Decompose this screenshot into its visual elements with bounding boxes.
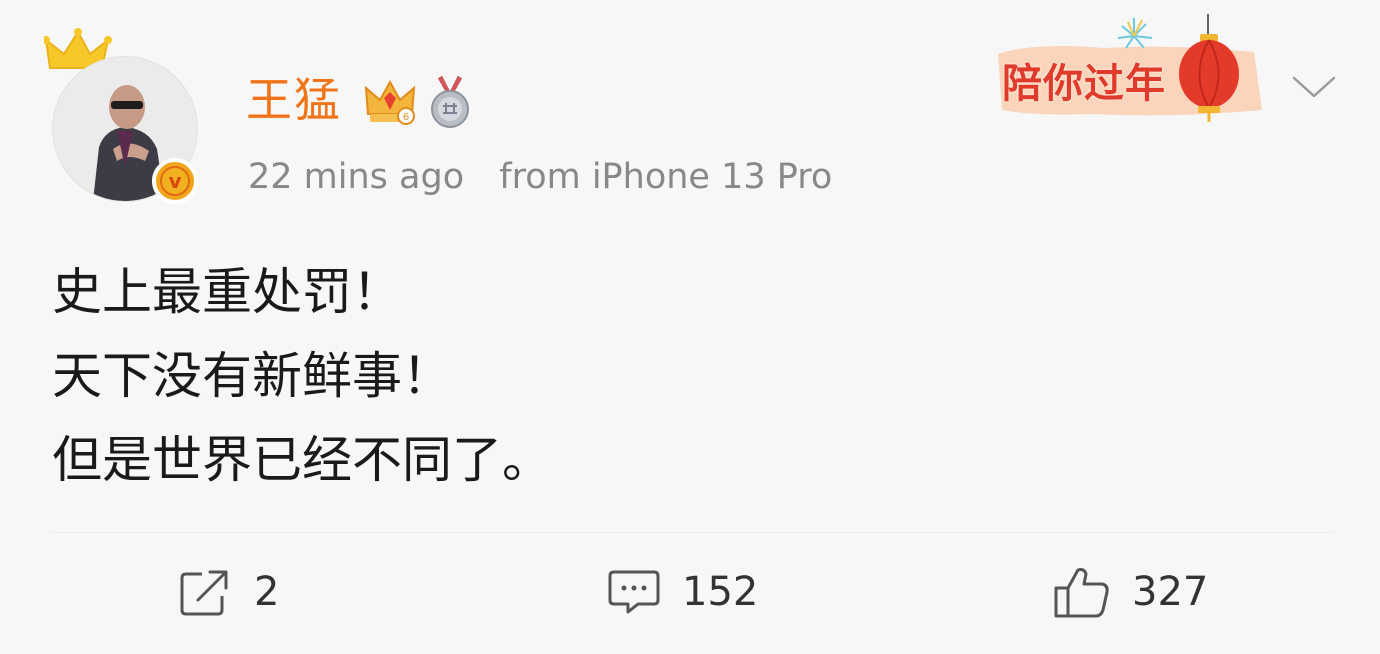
verified-v-icon: v: [160, 166, 190, 196]
chevron-down-icon[interactable]: [1292, 74, 1336, 100]
comment-button[interactable]: 152: [608, 562, 758, 622]
like-count: 327: [1132, 569, 1209, 615]
divider: [50, 532, 1334, 533]
post-line: 天下没有新鲜事！: [52, 347, 452, 405]
comment-count: 152: [682, 569, 759, 615]
like-button[interactable]: 327: [1054, 562, 1208, 622]
post-line: 史上最重处罚！: [52, 263, 402, 321]
firework-icon: [1117, 18, 1153, 49]
promo-text: 陪你过年: [1002, 61, 1166, 107]
like-icon: [1054, 568, 1109, 618]
post-time[interactable]: 22 mins ago: [248, 157, 464, 197]
comment-icon: [608, 570, 660, 614]
repost-icon: [180, 570, 228, 616]
verified-badge: v: [152, 158, 198, 204]
svg-text:6: 6: [403, 112, 409, 123]
repost-button[interactable]: 2: [180, 562, 279, 622]
username[interactable]: 王猛: [246, 70, 342, 130]
post-line: 但是世界已经不同了。: [52, 431, 552, 489]
post-meta: 22 mins ago from iPhone 13 Pro: [248, 152, 856, 202]
medal-icon[interactable]: [428, 75, 472, 129]
avatar-group[interactable]: v: [40, 28, 210, 208]
post-source: from iPhone 13 Pro: [499, 157, 833, 197]
weibo-post-card: v 王猛 6 22 mins ago from iPhone 13 Pro 陪你…: [0, 0, 1380, 654]
promo-banner[interactable]: 陪你过年: [994, 14, 1280, 122]
repost-count: 2: [254, 569, 280, 615]
post-content: 史上最重处罚！ 天下没有新鲜事！ 但是世界已经不同了。: [52, 250, 552, 502]
vip-crown-icon[interactable]: 6: [364, 78, 416, 126]
